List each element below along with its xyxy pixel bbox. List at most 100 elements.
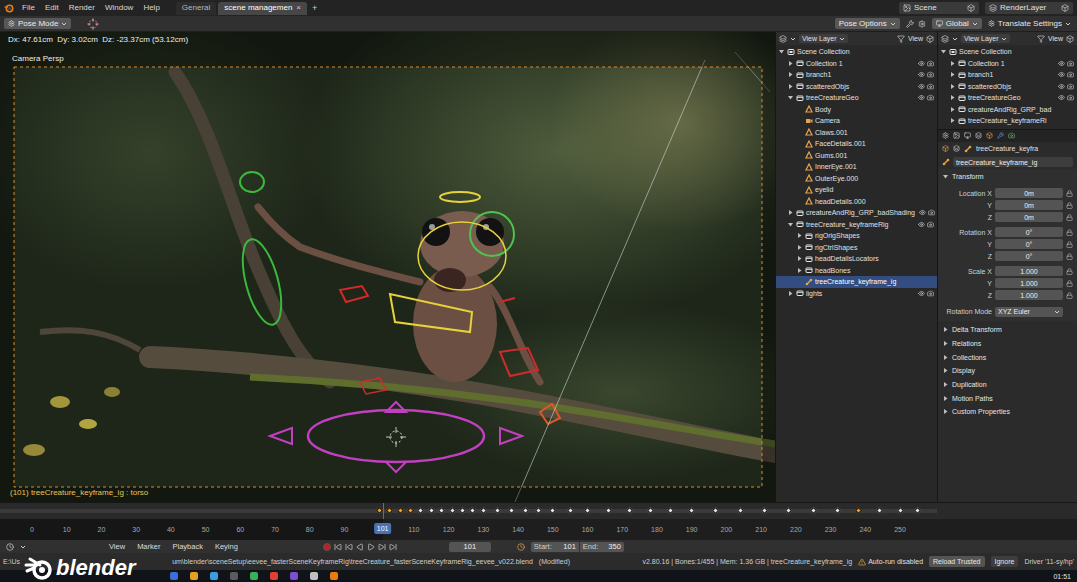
new-collection-icon[interactable] <box>926 35 934 43</box>
outliner-row-label[interactable]: Body <box>815 105 831 114</box>
outliner-row[interactable]: rigCtrlShapes <box>776 242 937 254</box>
eye-open-icon[interactable] <box>918 71 925 78</box>
number-field[interactable]: 1.000 <box>995 266 1063 276</box>
eye-open-icon[interactable] <box>918 83 925 90</box>
object-tab-icon[interactable] <box>986 132 993 139</box>
outliner-row-label[interactable]: scatteredObjs <box>968 82 1011 91</box>
collapsed-triangle-icon[interactable] <box>949 60 956 67</box>
timeline-menu[interactable]: Marker <box>134 542 163 551</box>
collapsed-triangle-icon[interactable] <box>787 60 794 67</box>
outliner-row-label[interactable]: rigOrigShapes <box>815 231 860 240</box>
outliner-row[interactable]: Claws.001 <box>776 127 937 139</box>
mode-dropdown[interactable]: Pose Mode <box>4 18 71 29</box>
pivot-icons[interactable] <box>906 20 926 28</box>
display-mode-dropdown[interactable]: View Layer <box>799 34 848 43</box>
outliner-row-label[interactable]: headBones <box>815 266 850 275</box>
eye-open-icon[interactable] <box>919 209 926 216</box>
outliner-row-label[interactable]: creatureAndRig_GRP_bad <box>968 105 1051 114</box>
eye-open-icon[interactable] <box>1058 94 1065 101</box>
add-workspace-button[interactable]: + <box>309 3 320 13</box>
panel-header[interactable]: Duplication <box>942 378 1073 391</box>
expanded-triangle-icon[interactable] <box>787 221 794 228</box>
collapsed-triangle-icon[interactable] <box>942 326 949 333</box>
number-field[interactable]: 1.000 <box>995 278 1063 288</box>
collapsed-triangle-icon[interactable] <box>796 267 803 274</box>
collapsed-triangle-icon[interactable] <box>949 94 956 101</box>
outliner-row[interactable]: Gums.001 <box>776 150 937 162</box>
lock-icon[interactable] <box>1066 292 1073 299</box>
panel-header[interactable]: Relations <box>942 337 1073 350</box>
number-field[interactable]: 0m <box>995 188 1063 198</box>
eye-open-icon[interactable] <box>1058 71 1065 78</box>
outliner-row[interactable]: branch1 <box>938 69 1077 81</box>
outliner-row[interactable]: scatteredObjs <box>776 81 937 93</box>
render-camera-icon[interactable] <box>1067 94 1074 101</box>
panel-header[interactable]: Transform <box>942 171 1073 183</box>
outliner-row-label[interactable]: OuterEye.000 <box>815 174 858 183</box>
outliner-row[interactable]: Scene Collection <box>938 46 1077 58</box>
timeline-menu[interactable]: Keying <box>212 542 241 551</box>
blender-menu-icon[interactable] <box>4 3 14 13</box>
taskbar-app-icon[interactable] <box>230 572 238 580</box>
number-field[interactable]: 1.000 <box>995 290 1063 300</box>
outliner-row-label[interactable]: headDetails.000 <box>815 197 866 206</box>
collapsed-triangle-icon[interactable] <box>942 395 949 402</box>
collapsed-triangle-icon[interactable] <box>787 71 794 78</box>
copy-view-layer-icon[interactable] <box>1061 4 1069 12</box>
number-field[interactable]: 0° <box>995 239 1063 249</box>
outliner-row[interactable]: treeCreatureGeo <box>938 92 1077 104</box>
jump-keyframe-forward-icon[interactable] <box>378 543 386 551</box>
jump-keyframe-back-icon[interactable] <box>345 543 353 551</box>
rotation-mode-dropdown[interactable]: XYZ Euler <box>995 307 1063 317</box>
collapsed-triangle-icon[interactable] <box>942 354 949 361</box>
outliner-row[interactable]: treeCreature_keyframeRi <box>938 115 1077 127</box>
3d-cursor-icon[interactable] <box>386 427 406 447</box>
lock-icon[interactable] <box>1066 241 1073 248</box>
outliner-row-label[interactable]: lights <box>806 289 822 298</box>
collapsed-triangle-icon[interactable] <box>942 408 949 415</box>
modifier-tab-icon[interactable] <box>997 132 1004 139</box>
outliner-row-label[interactable]: Camera <box>815 116 840 125</box>
outliner-row[interactable]: treeCreature_keyframe_ig <box>776 276 937 288</box>
panel-header[interactable]: Motion Paths <box>942 392 1073 405</box>
expanded-triangle-icon[interactable] <box>940 48 947 55</box>
view-menu[interactable]: View <box>908 34 923 43</box>
view-layer-tab-icon[interactable] <box>975 132 982 139</box>
menu-item[interactable]: Help <box>141 3 161 13</box>
outliner-row-label[interactable]: scatteredObjs <box>806 82 849 91</box>
outliner-row[interactable]: headDetailsLocators <box>776 253 937 265</box>
expanded-triangle-icon[interactable] <box>942 173 949 180</box>
render-camera-icon[interactable] <box>927 94 934 101</box>
number-field[interactable]: 0m <box>995 212 1063 222</box>
taskbar-app-icon[interactable] <box>210 572 218 580</box>
view-menu[interactable]: View <box>1048 34 1063 43</box>
lock-icon[interactable] <box>1066 229 1073 236</box>
timeline-menu[interactable]: View <box>106 542 128 551</box>
outliner-row[interactable]: treeCreature_keyframeRig <box>776 219 937 231</box>
close-tab-button[interactable]: × <box>296 3 301 13</box>
collapsed-triangle-icon[interactable] <box>949 71 956 78</box>
outliner-row-label[interactable]: Scene Collection <box>797 47 850 56</box>
outliner-row-label[interactable]: eyelid <box>815 185 833 194</box>
outliner-row[interactable]: rigOrigShapes <box>776 230 937 242</box>
collapsed-triangle-icon[interactable] <box>949 83 956 90</box>
outliner-row[interactable]: headBones <box>776 265 937 277</box>
editor-type-icon[interactable] <box>941 35 949 43</box>
jump-start-icon[interactable] <box>334 543 342 551</box>
outliner-row-label[interactable]: Collection 1 <box>806 59 843 68</box>
timeline-menu[interactable]: Playback <box>169 542 205 551</box>
status-button[interactable]: Reload Trusted <box>929 556 984 567</box>
current-frame-marker[interactable]: 101 <box>374 523 392 534</box>
preview-range-icon[interactable] <box>517 543 525 551</box>
tool-tab-icon[interactable] <box>942 132 949 139</box>
outliner-row-label[interactable]: FaceDetails.001 <box>815 139 866 148</box>
pose-options-dropdown[interactable]: Pose Options <box>835 18 900 29</box>
eye-open-icon[interactable] <box>1058 60 1065 67</box>
render-camera-icon[interactable] <box>1067 71 1074 78</box>
eye-open-icon[interactable] <box>918 60 925 67</box>
bone-controls[interactable] <box>235 172 560 472</box>
outliner-row[interactable]: FaceDetails.001 <box>776 138 937 150</box>
outliner-row-label[interactable]: InnerEye.001 <box>815 162 857 171</box>
outliner-row-label[interactable]: headDetailsLocators <box>815 254 879 263</box>
outliner-row-label[interactable]: branch1 <box>806 70 831 79</box>
